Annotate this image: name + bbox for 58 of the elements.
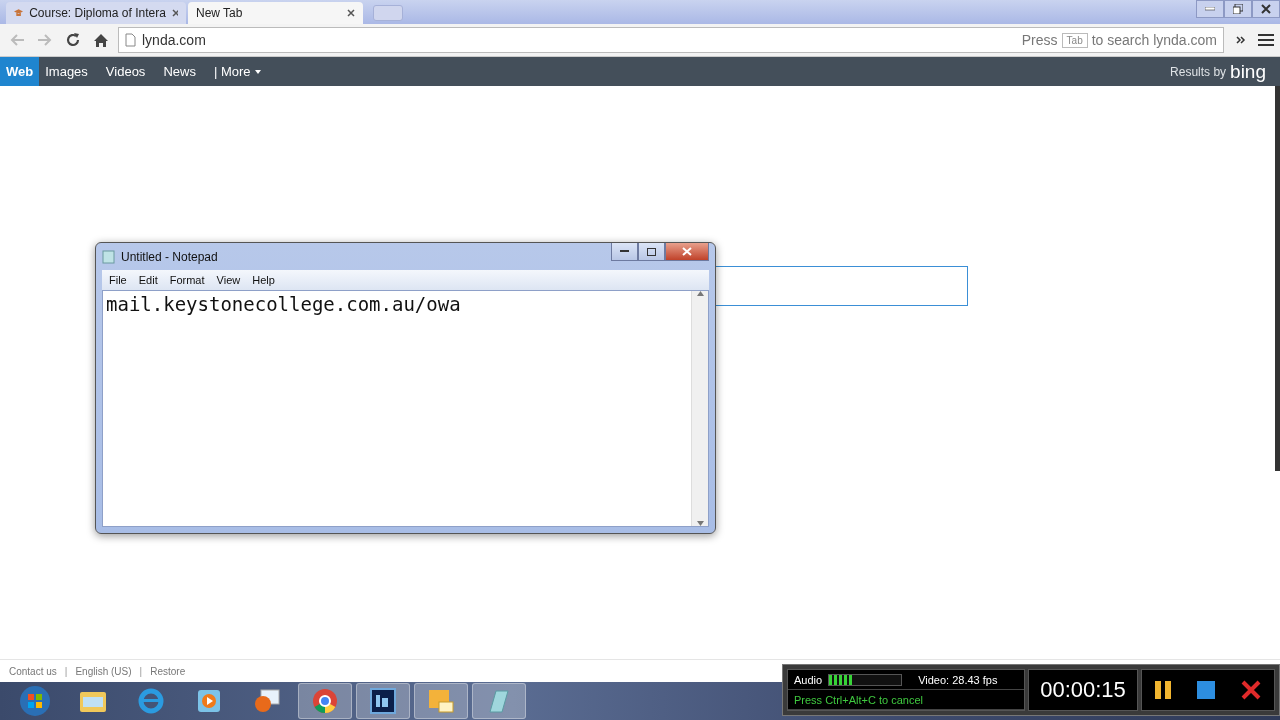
url-text: lynda.com bbox=[142, 32, 206, 48]
hint-text: Press bbox=[1021, 32, 1058, 48]
window-title: Untitled - Notepad bbox=[121, 249, 218, 264]
maximize-icon bbox=[647, 247, 656, 256]
notepad-icon bbox=[102, 249, 115, 264]
down-arrow-icon[interactable] bbox=[696, 521, 704, 526]
footer-link[interactable]: Restore bbox=[150, 665, 186, 677]
pause-icon[interactable] bbox=[1154, 680, 1172, 700]
menu-icon[interactable] bbox=[1258, 34, 1274, 46]
page-icon bbox=[125, 33, 136, 47]
hint-text: to search lynda.com bbox=[1091, 32, 1217, 48]
document-text: mail.keystonecollege.com.au/owa bbox=[105, 292, 462, 317]
search-field[interactable] bbox=[716, 266, 968, 306]
restore-button[interactable] bbox=[1224, 0, 1252, 18]
menu-item[interactable]: Help bbox=[247, 274, 280, 286]
credit-text: Results by bbox=[1170, 64, 1227, 79]
close-icon bbox=[682, 247, 692, 256]
browser-tab[interactable]: Course: Diploma of Intera bbox=[6, 2, 186, 24]
search-tab[interactable]: Images bbox=[39, 57, 94, 86]
minimize-button[interactable] bbox=[611, 243, 638, 261]
restore-icon bbox=[1233, 4, 1243, 14]
audio-label: Audio bbox=[794, 673, 823, 686]
close-icon[interactable] bbox=[1240, 679, 1262, 701]
close-icon[interactable] bbox=[347, 9, 355, 17]
separator: | bbox=[64, 665, 68, 677]
menu-item[interactable]: View bbox=[211, 274, 246, 286]
brand-logo: bing bbox=[1230, 60, 1266, 83]
footer-link[interactable]: English (US) bbox=[75, 665, 132, 677]
photoshop-icon[interactable] bbox=[356, 683, 410, 719]
menu-item[interactable]: Format bbox=[164, 274, 210, 286]
menu-item[interactable]: Edit bbox=[133, 274, 163, 286]
close-button[interactable] bbox=[665, 243, 709, 261]
graduation-cap-icon bbox=[14, 8, 24, 18]
separator: | bbox=[139, 665, 143, 677]
close-button[interactable] bbox=[1252, 0, 1280, 18]
search-tab[interactable]: Videos bbox=[99, 57, 152, 86]
scrollbar[interactable] bbox=[1275, 86, 1280, 471]
scrollbar[interactable] bbox=[691, 291, 708, 526]
browser-tab[interactable]: New Tab bbox=[188, 2, 363, 24]
text-area[interactable]: mail.keystonecollege.com.au/owa bbox=[102, 290, 709, 527]
minimize-icon bbox=[1205, 7, 1215, 11]
menu-item[interactable]: File bbox=[104, 274, 132, 286]
footer-link[interactable]: Contact us bbox=[9, 665, 57, 677]
caret-icon bbox=[254, 69, 261, 74]
close-icon[interactable] bbox=[171, 9, 178, 17]
address-bar[interactable]: lynda.com Press Tab to search lynda.com bbox=[118, 27, 1224, 53]
maximize-button[interactable] bbox=[638, 243, 665, 261]
key-badge: Tab bbox=[1061, 32, 1088, 48]
video-fps: Video: 28.43 fps bbox=[918, 673, 998, 686]
stop-icon[interactable] bbox=[1196, 680, 1216, 700]
search-tab[interactable]: News bbox=[157, 57, 202, 86]
close-icon bbox=[1261, 4, 1271, 14]
search-tab[interactable]: | More bbox=[207, 57, 267, 86]
minimize-icon bbox=[620, 250, 629, 253]
search-tab[interactable]: Web bbox=[0, 57, 40, 86]
timer: 00:00:15 bbox=[1028, 669, 1138, 711]
cancel-hint: Press Ctrl+Alt+C to cancel bbox=[794, 693, 923, 706]
up-arrow-icon[interactable] bbox=[696, 291, 704, 296]
